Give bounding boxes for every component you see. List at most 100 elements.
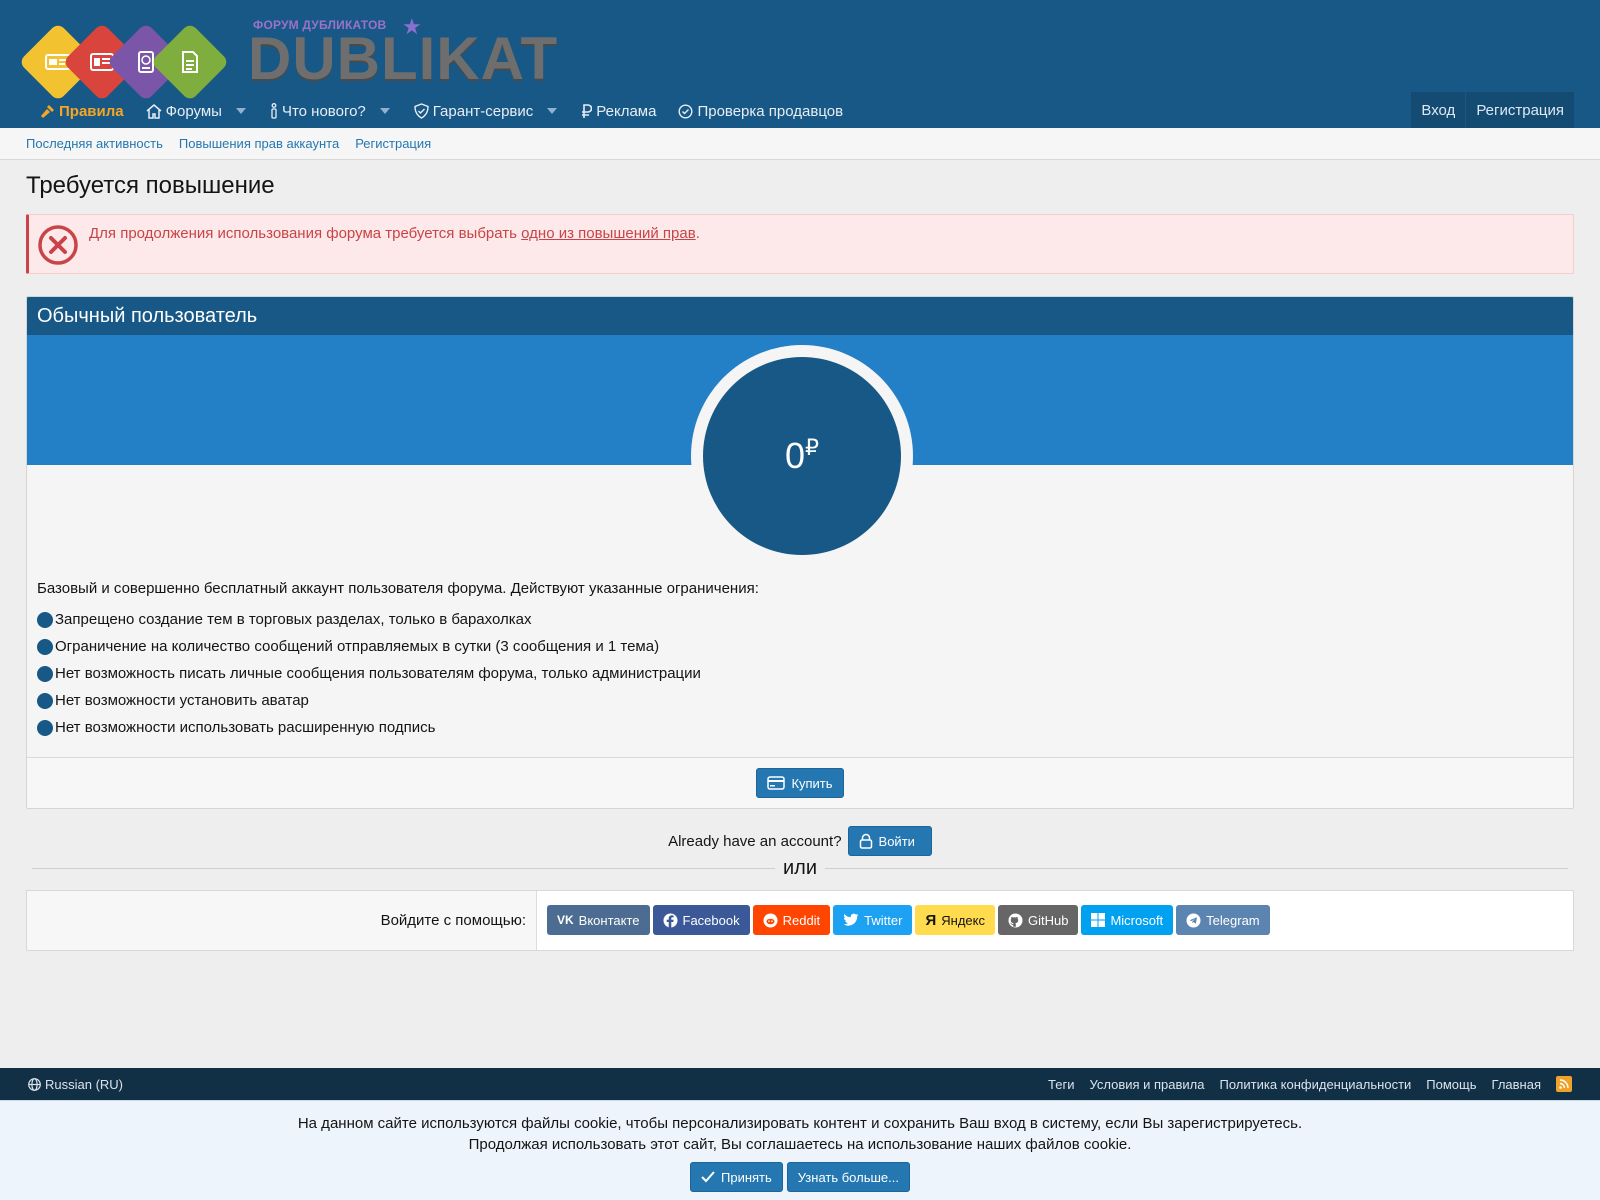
feature-item: Ограничение на количество сообщений отпр… — [37, 633, 1563, 660]
error-circle-icon — [37, 224, 79, 266]
feature-item: Нет возможности установить аватар — [37, 687, 1563, 714]
upgrade-description: Базовый и совершенно бесплатный аккаунт … — [37, 580, 1563, 741]
nav-item-label: Реклама — [596, 102, 657, 120]
price-badge: 0 ₽ — [703, 357, 901, 555]
nav-item-whats-new[interactable]: Что нового? — [259, 94, 403, 128]
telegram-icon — [1186, 913, 1201, 928]
feature-item: Нет возможности использовать расширенную… — [37, 714, 1563, 741]
alert-suffix: . — [695, 225, 700, 242]
globe-icon — [28, 1077, 41, 1091]
card-footer: Купить — [27, 757, 1573, 808]
chevron-down-icon[interactable] — [235, 108, 246, 114]
footer-link-terms[interactable]: Условия и правила — [1089, 1077, 1204, 1092]
feature-text: Нет возможность писать личные сообщения … — [55, 665, 701, 682]
learn-more-button[interactable]: Узнать больше... — [786, 1162, 910, 1192]
cookie-notice: На данном сайте используются файлы cooki… — [0, 1100, 1600, 1200]
nav-item-seller-check[interactable]: Проверка продавцов — [667, 94, 854, 128]
yandex-button[interactable]: Я Яндекс — [915, 905, 995, 935]
feature-text: Нет возможности использовать расширенную… — [55, 719, 436, 736]
reddit-label: Reddit — [782, 912, 821, 928]
reddit-icon — [763, 913, 778, 928]
accept-label: Принять — [721, 1169, 772, 1185]
facebook-icon — [663, 913, 678, 928]
vk-button[interactable]: VK Вконтакте — [547, 905, 650, 935]
subnav-register[interactable]: Регистрация — [355, 136, 431, 151]
price-value: 0 — [784, 435, 806, 476]
microsoft-button[interactable]: Microsoft — [1081, 905, 1174, 935]
footer-links: Теги Условия и правила Политика конфиден… — [1033, 1076, 1572, 1092]
upgrades-link[interactable]: одно из повышений прав — [521, 225, 696, 242]
language-chooser[interactable]: Russian (RU) — [28, 1077, 123, 1092]
reddit-button[interactable]: Reddit — [752, 905, 831, 935]
gavel-icon — [41, 104, 55, 118]
github-button[interactable]: GitHub — [997, 905, 1079, 935]
main-nav: Правила Форумы Что нового? Гарант-сервис… — [0, 94, 1600, 128]
page-title: Требуется повышение — [26, 172, 275, 199]
price-currency: ₽ — [805, 435, 820, 460]
accept-cookies-button[interactable]: Принять — [690, 1162, 783, 1192]
github-label: GitHub — [1027, 912, 1069, 928]
nav-item-label: Проверка продавцов — [697, 102, 844, 120]
upgrade-desc-text: Базовый и совершенно бесплатный аккаунт … — [37, 580, 759, 597]
subnav-account-upgrades[interactable]: Повышения прав аккаунта — [179, 136, 339, 151]
twitter-icon — [843, 913, 859, 927]
error-alert: Для продолжения использования форума тре… — [26, 214, 1574, 274]
or-label: или — [0, 857, 1600, 880]
have-account-row: Already have an account? Войти — [0, 826, 1600, 856]
telegram-label: Telegram — [1206, 912, 1260, 928]
footer-link-privacy[interactable]: Политика конфиденциальности — [1220, 1077, 1412, 1092]
check-circle-icon — [678, 103, 693, 119]
nav-item-forums[interactable]: Форумы — [135, 94, 259, 128]
buy-button[interactable]: Купить — [756, 768, 844, 798]
nav-item-ads[interactable]: Реклама — [570, 94, 667, 128]
bullet-icon — [37, 611, 53, 628]
logo-text: DUBLIKAT — [248, 25, 559, 92]
footer-link-help[interactable]: Помощь — [1426, 1077, 1476, 1092]
social-buttons: VK Вконтакте Facebook Reddit Twitter Я Я… — [547, 905, 1273, 935]
language-label: Russian (RU) — [45, 1076, 124, 1092]
footer-link-home[interactable]: Главная — [1492, 1077, 1541, 1092]
chevron-down-icon[interactable] — [379, 108, 390, 114]
cookie-line-2: Продолжая использовать этот сайт, Вы сог… — [468, 1136, 1132, 1153]
telegram-button[interactable]: Telegram — [1176, 905, 1270, 935]
upgrade-title: Обычный пользователь — [27, 297, 1573, 335]
document-icon — [172, 44, 208, 80]
feature-text: Запрещено создание тем в торговых раздел… — [55, 611, 532, 628]
subnav-latest-activity[interactable]: Последняя активность — [26, 136, 163, 151]
login-link[interactable]: Вход — [1410, 92, 1466, 128]
rss-icon[interactable] — [1556, 1076, 1572, 1092]
site-logo[interactable]: ФОРУМ ДУБЛИКАТОВ ★ DUBLIKAT — [18, 8, 557, 102]
check-icon — [701, 1171, 715, 1183]
windows-icon — [1091, 913, 1106, 927]
feature-item: Запрещено создание тем в торговых раздел… — [37, 606, 1563, 633]
nav-item-label: Что нового? — [281, 102, 366, 120]
cookie-text: На данном сайте используются файлы cooki… — [0, 1101, 1600, 1155]
feature-text: Ограничение на количество сообщений отпр… — [55, 638, 660, 655]
yandex-label: Яндекс — [941, 912, 985, 928]
home-icon — [146, 103, 162, 119]
cookie-buttons: Принять Узнать больше... — [0, 1162, 1600, 1192]
feature-text: Нет возможности установить аватар — [55, 692, 309, 709]
nav-item-label: Правила — [59, 102, 124, 120]
upgrade-card: Обычный пользователь 0 ₽ Базовый и соверш… — [26, 296, 1574, 809]
microsoft-label: Microsoft — [1110, 912, 1164, 928]
or-text: или — [774, 857, 825, 879]
nav-item-guarantee[interactable]: Гарант-сервис — [403, 94, 571, 128]
credit-card-icon — [767, 776, 786, 790]
nav-item-rules[interactable]: Правила — [30, 94, 135, 128]
bullet-icon — [37, 692, 53, 709]
have-account-text: Already have an account? — [668, 832, 842, 850]
nav-item-label: Гарант-сервис — [432, 102, 534, 120]
nav-item-label: Форумы — [165, 102, 222, 120]
lock-icon — [859, 833, 873, 849]
facebook-button[interactable]: Facebook — [652, 905, 750, 935]
twitter-button[interactable]: Twitter — [833, 905, 913, 935]
account-nav: Вход Регистрация — [1410, 92, 1574, 128]
login-button[interactable]: Войти — [847, 826, 932, 856]
chevron-down-icon[interactable] — [547, 108, 558, 114]
facebook-label: Facebook — [682, 912, 740, 928]
alert-text: Для продолжения использования форума тре… — [89, 225, 522, 242]
footer-link-tags[interactable]: Теги — [1048, 1077, 1074, 1092]
register-link[interactable]: Регистрация — [1465, 92, 1574, 128]
site-footer: Russian (RU) Теги Условия и правила Поли… — [0, 1068, 1600, 1100]
